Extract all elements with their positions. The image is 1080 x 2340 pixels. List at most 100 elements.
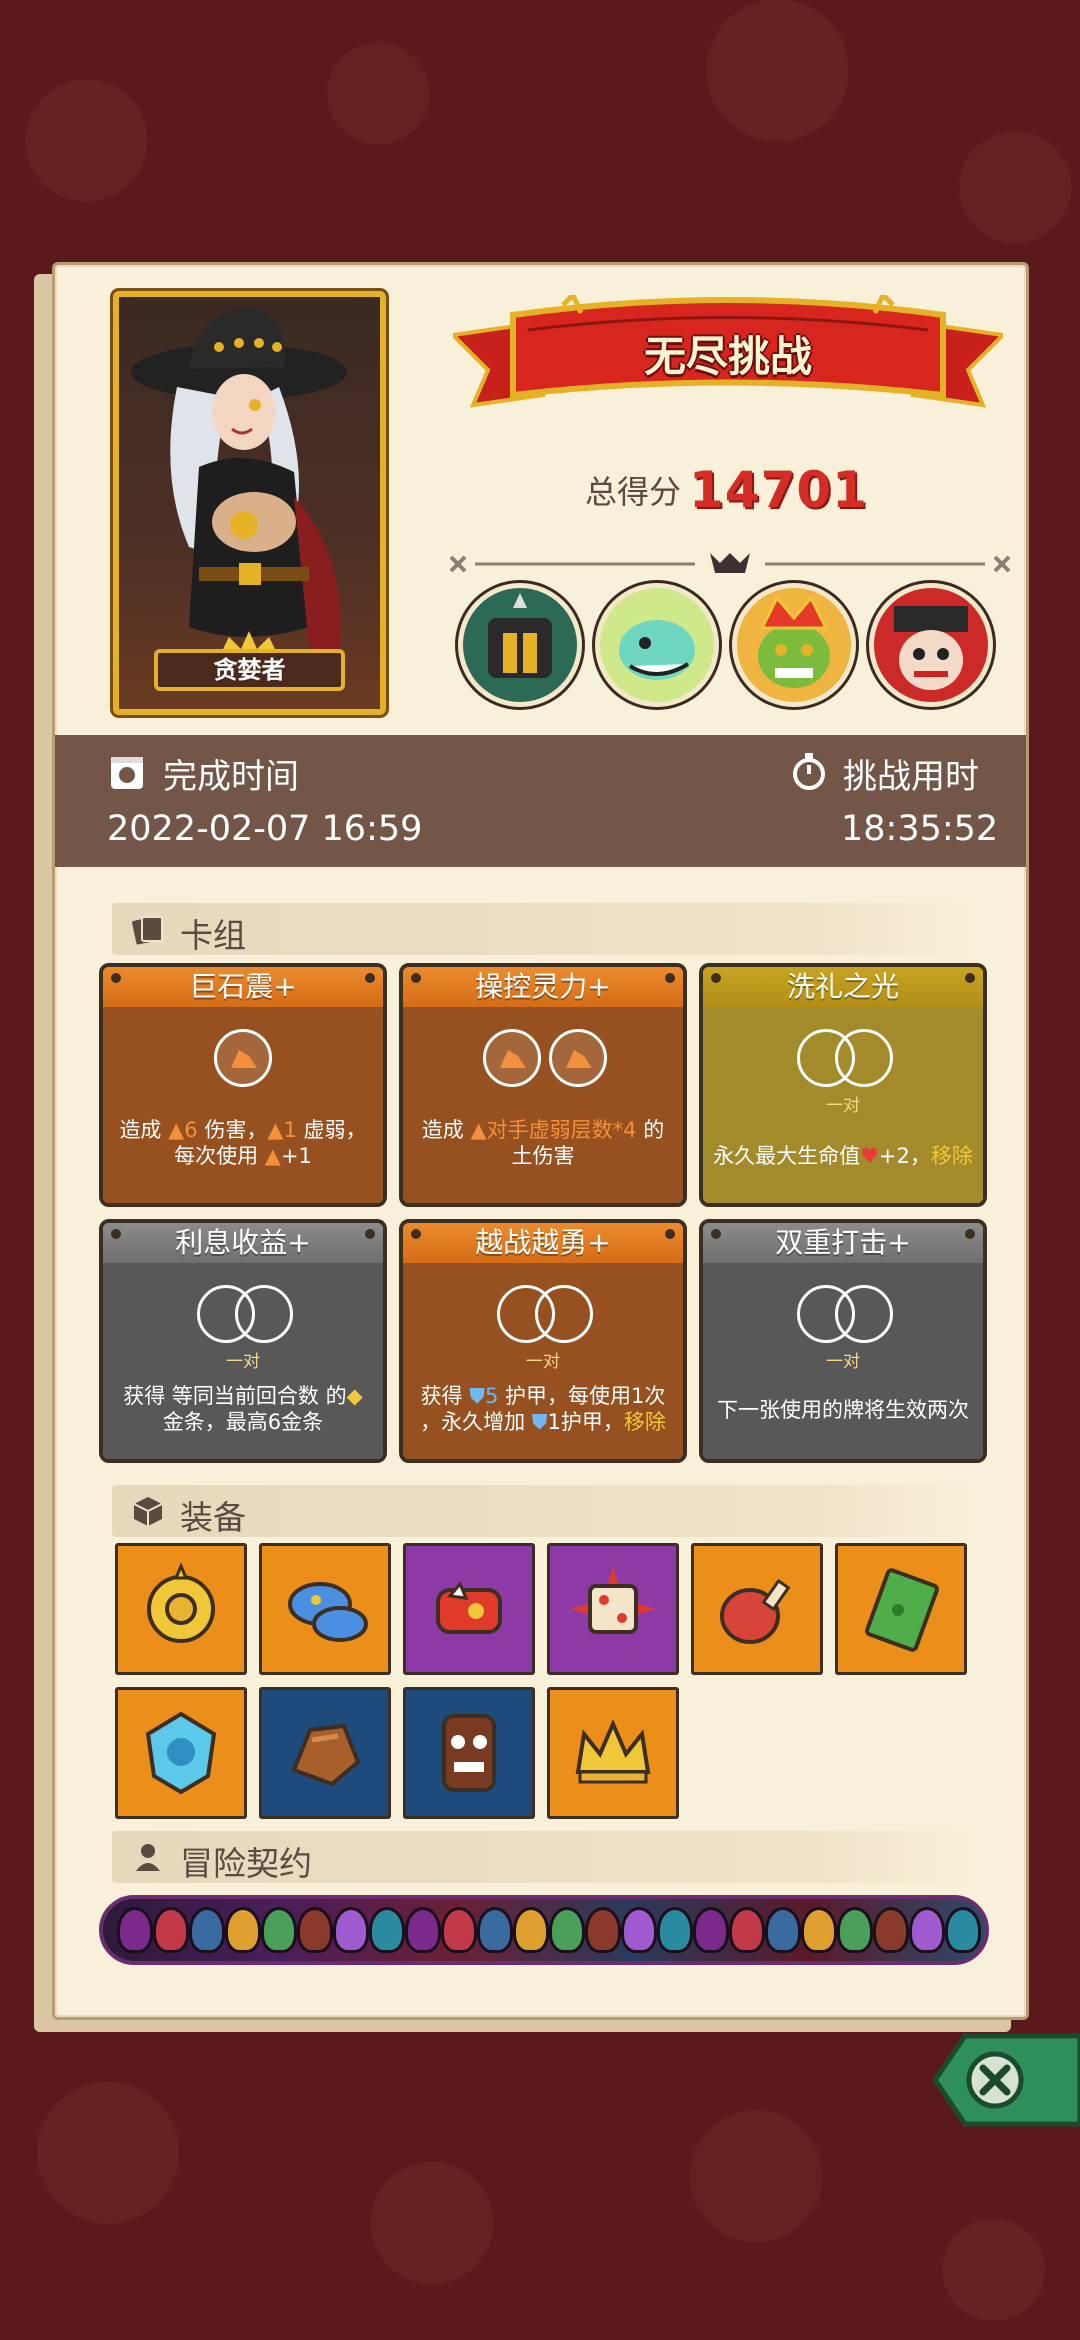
pair-ring-icon	[235, 1285, 293, 1343]
contract-token-icon	[945, 1907, 981, 1953]
contract-section-title: 冒险契约	[180, 1844, 312, 1883]
spiked-dice-icon	[570, 1566, 656, 1634]
contract-token-icon	[693, 1907, 729, 1953]
card-title: 双重打击+	[703, 1223, 983, 1263]
card-title: 利息收益+	[103, 1223, 383, 1263]
rock-icon	[291, 1723, 361, 1787]
card-description: 永久最大生命值♥+2，移除	[713, 1144, 973, 1168]
card-title: 洗礼之光	[703, 967, 983, 1007]
boss-portrait-dragon	[595, 583, 719, 707]
contract-token-icon	[729, 1907, 765, 1953]
pair-ring-icon	[535, 1285, 593, 1343]
card-title: 越战越勇+	[403, 1223, 683, 1263]
contract-token-icon	[513, 1907, 549, 1953]
equipment-slot[interactable]	[835, 1543, 967, 1675]
card-description: 获得 ⛊5 护甲，每使用1次 ，永久增加 ⛊1护甲，移除	[420, 1384, 666, 1434]
score-value: 14701	[689, 461, 868, 519]
witch-character-icon	[131, 308, 347, 657]
contract-token-icon	[189, 1907, 225, 1953]
card-description: 获得 等同当前回合数 的◆ 金条，最高6金条	[123, 1384, 363, 1434]
person-icon	[136, 1844, 160, 1871]
equipment-slot[interactable]	[691, 1543, 823, 1675]
duration-value: 18:35:52	[841, 809, 999, 849]
equipment-slot[interactable]	[547, 1687, 679, 1819]
equipment-slot[interactable]	[259, 1543, 391, 1675]
boss-portrait-jester	[869, 583, 993, 707]
pair-label: 一对	[226, 1352, 260, 1372]
equipment-slot[interactable]	[403, 1543, 535, 1675]
contract-token-icon	[837, 1907, 873, 1953]
character-portrait: 贪婪者	[113, 291, 386, 715]
deck-card[interactable]: 洗礼之光 一对 永久最大生命值♥+2，移除	[699, 963, 987, 1207]
crown-icon	[575, 1718, 651, 1784]
time-bar: 完成时间 2022-02-07 16:59 挑战用时 18:35:52	[55, 735, 1026, 867]
result-panel: 贪婪者 无尽挑战 总得分 14701 完成时间 2022-02-07 16:59…	[52, 262, 1029, 2020]
contract-token-icon	[297, 1907, 333, 1953]
card-description: 造成 ▲6 伤害，▲1 虚弱， 每次使用 ▲+1	[119, 1118, 367, 1168]
equipment-slot[interactable]	[115, 1543, 247, 1675]
equipment-slot[interactable]	[115, 1687, 247, 1819]
contract-token-icon	[369, 1907, 405, 1953]
tiki-mask-icon	[442, 1714, 496, 1792]
contract-token-icon	[477, 1907, 513, 1953]
contract-token-icon	[549, 1907, 585, 1953]
contract-token-icon	[333, 1907, 369, 1953]
deck-card[interactable]: 巨石震+ 造成 ▲6 伤害，▲1 虚弱， 每次使用 ▲+1	[99, 963, 387, 1207]
pair-label: 一对	[526, 1352, 560, 1372]
sun-amulet-icon	[147, 1562, 215, 1643]
earth-rune-icon	[214, 1029, 272, 1087]
contract-token-icon	[405, 1907, 441, 1953]
equipment-section-title: 装备	[180, 1498, 246, 1537]
contract-token-icon	[117, 1907, 153, 1953]
pair-ring-icon	[835, 1029, 893, 1087]
boss-portrait-helmet	[458, 583, 582, 707]
blue-mushroom-icon	[288, 1582, 368, 1642]
contract-token-icon	[153, 1907, 189, 1953]
deck-card[interactable]: 操控灵力+ 造成 ▲对手虚弱层数*4 的 土伤害	[399, 963, 687, 1207]
character-name: 贪婪者	[154, 649, 345, 691]
pair-ring-icon	[835, 1285, 893, 1343]
earth-rune-icon	[549, 1029, 607, 1087]
contract-strip[interactable]	[99, 1895, 989, 1965]
meat-leg-icon	[720, 1578, 791, 1644]
contract-token-icon	[909, 1907, 945, 1953]
calendar-icon	[111, 757, 143, 789]
contract-token-icon	[657, 1907, 693, 1953]
ice-gem-icon	[145, 1711, 217, 1795]
close-button[interactable]	[915, 2030, 1080, 2130]
stopwatch-icon	[793, 753, 825, 790]
equipment-slot[interactable]	[547, 1543, 679, 1675]
box-icon	[133, 1497, 163, 1526]
cards-icon	[132, 916, 163, 945]
deck-section-header: 卡组	[112, 903, 974, 955]
score-label: 总得分	[585, 473, 682, 511]
contract-token-icon	[621, 1907, 657, 1953]
green-slime-card-icon	[865, 1568, 939, 1652]
contract-token-icon	[585, 1907, 621, 1953]
equipment-slot[interactable]	[259, 1687, 391, 1819]
boss-portrait-goblin-king	[732, 583, 856, 707]
card-description: 下一张使用的牌将生效两次	[717, 1398, 969, 1422]
card-title: 巨石震+	[103, 967, 383, 1007]
card-title: 操控灵力+	[403, 967, 683, 1007]
contract-section-header: 冒险契约	[112, 1831, 974, 1883]
deck-card[interactable]: 双重打击+ 一对 下一张使用的牌将生效两次	[699, 1219, 987, 1463]
pair-label: 一对	[826, 1096, 860, 1116]
ornament-divider	[449, 553, 1011, 573]
deck-card[interactable]: 越战越勇+ 一对 获得 ⛊5 护甲，每使用1次 ，永久增加 ⛊1护甲，移除	[399, 1219, 687, 1463]
equipment-slot[interactable]	[403, 1687, 535, 1819]
contract-token-icon	[801, 1907, 837, 1953]
banner-title: 无尽挑战	[643, 332, 812, 381]
finish-time-value: 2022-02-07 16:59	[107, 809, 423, 849]
contract-token-icon	[873, 1907, 909, 1953]
pair-label: 一对	[826, 1352, 860, 1372]
contract-token-icon	[261, 1907, 297, 1953]
contract-token-icon	[225, 1907, 261, 1953]
score-row: 总得分 14701	[585, 461, 868, 519]
card-description: 造成 ▲对手虚弱层数*4 的 土伤害	[421, 1118, 665, 1168]
finish-time-label: 完成时间	[163, 757, 299, 797]
deck-section-title: 卡组	[180, 916, 246, 955]
equipment-section-header: 装备	[112, 1485, 974, 1537]
deck-card[interactable]: 利息收益+ 一对 获得 等同当前回合数 的◆ 金条，最高6金条	[99, 1219, 387, 1463]
contract-token-icon	[441, 1907, 477, 1953]
